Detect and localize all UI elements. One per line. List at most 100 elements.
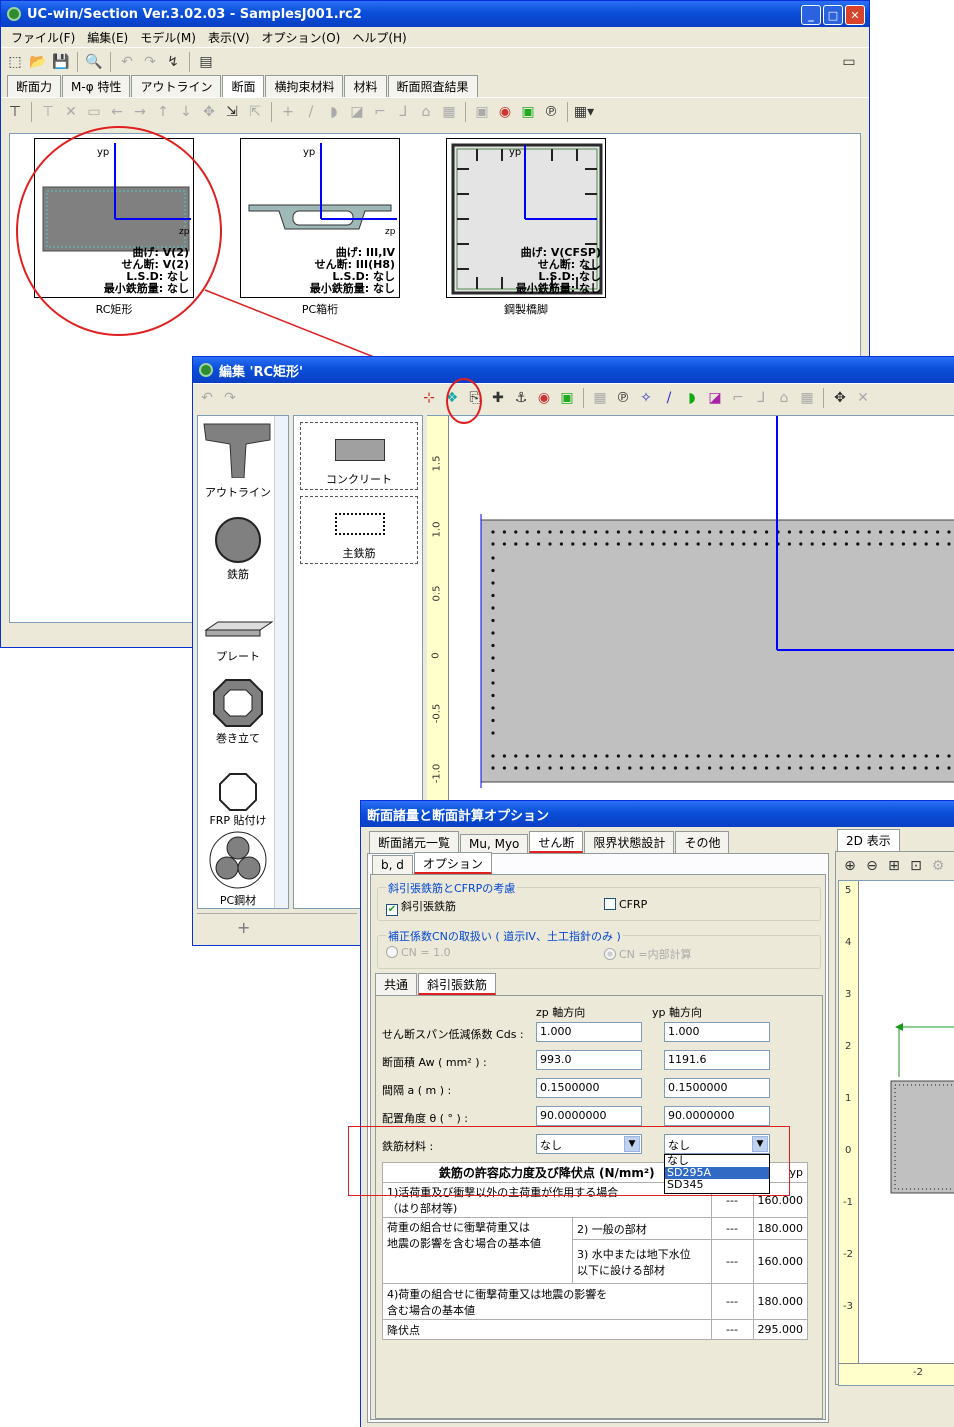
redo-icon[interactable]: ↷ [140,52,160,72]
grid-icon[interactable]: ▦ [439,102,459,122]
layers-icon[interactable]: ▣ [472,102,492,122]
menu-file[interactable]: ファイル(F) [5,29,81,46]
minimize-button[interactable]: _ [801,5,821,25]
tab-lateral-material[interactable]: 横拘束材料 [265,75,344,97]
palette-rebar[interactable]: 鉄筋 [198,566,278,582]
plus-icon[interactable]: + [278,102,298,122]
radio-cn1[interactable]: CN = 1.0 [386,946,451,959]
arch-icon[interactable]: ⌂ [774,388,794,408]
palette-outline[interactable]: アウトライン [198,484,278,500]
tab-limit-state[interactable]: 限界状態設計 [584,831,675,853]
calc-icon[interactable]: ↯ [163,52,183,72]
plate-icon[interactable] [200,616,276,640]
fill-icon[interactable]: ◪ [347,102,367,122]
arrow-up-icon[interactable]: ↑ [153,102,173,122]
hook-icon[interactable]: ᒧ [751,388,771,408]
tab-section-force[interactable]: 断面力 [7,75,62,97]
new-icon[interactable]: ⬚ [5,52,25,72]
theta-yp-input[interactable]: 90.0000000 [664,1106,770,1126]
aw-zp-input[interactable]: 993.0 [536,1050,642,1070]
centroid-icon[interactable]: ⚓ [511,388,531,408]
half-icon[interactable]: ◗ [682,388,702,408]
print-preview-icon[interactable]: 🔍 [84,52,104,72]
half-icon[interactable]: ◗ [324,102,344,122]
chk-rebar[interactable]: ✔ 斜引張鉄筋 [386,898,456,916]
save-icon[interactable]: 💾 [51,52,71,72]
material-icon[interactable]: ▣ [518,102,538,122]
tab-option[interactable]: オプション [413,852,492,874]
tab-outline[interactable]: アウトライン [131,75,222,97]
move-icon[interactable]: ✥ [199,102,219,122]
menu-view[interactable]: 表示(V) [202,29,256,46]
zoom-in-icon[interactable]: ⊕ [840,856,860,876]
chk-cfrp[interactable]: CFRP [604,898,647,911]
undo-icon[interactable]: ↶ [197,388,217,408]
cds-yp-input[interactable]: 1.000 [664,1022,770,1042]
fill-icon[interactable]: ◪ [705,388,725,408]
tab-m-phi[interactable]: M-φ 特性 [62,75,131,97]
view-canvas[interactable]: 5 4 3 2 1 0 -1 -2 -3 -2 [838,880,954,1386]
redo-icon[interactable]: ↷ [220,388,240,408]
arrow-down-icon[interactable]: ↓ [176,102,196,122]
rect-icon[interactable]: ▭ [84,102,104,122]
aw-yp-input[interactable]: 1191.6 [664,1050,770,1070]
tab-common[interactable]: 共通 [375,973,418,995]
move-icon[interactable]: ✥ [830,388,850,408]
tab-section-summary[interactable]: 断面諸元一覧 [369,831,460,853]
frame-icon[interactable]: ⊡ [906,856,926,876]
window-restore-icon[interactable]: ▭ [839,52,859,72]
material-icon[interactable]: ▣ [557,388,577,408]
properties-icon[interactable]: ℗ [541,102,561,122]
table-icon[interactable]: ▦ [797,388,817,408]
outline-shape-icon[interactable] [200,418,276,478]
part-concrete[interactable]: コンクリート [300,422,418,490]
tab-shear[interactable]: せん断 [529,831,584,853]
delete-icon[interactable]: ✕ [61,102,81,122]
hook-icon[interactable]: ᒧ [393,102,413,122]
color-icon[interactable]: ◉ [534,388,554,408]
properties-icon[interactable]: ℗ [613,388,633,408]
open-folder-icon[interactable]: 📂 [28,52,48,72]
tab-check-result[interactable]: 断面照査結果 [387,75,478,97]
tab-material[interactable]: 材料 [344,75,387,97]
cds-zp-input[interactable]: 1.000 [536,1022,642,1042]
palette-frp[interactable]: FRP 貼付け [198,812,278,828]
tab-other[interactable]: その他 [675,831,730,853]
rebar-circle-icon[interactable] [200,516,276,564]
corner-icon[interactable]: ⌐ [370,102,390,122]
report-icon[interactable]: ▤ [196,52,216,72]
menu-edit[interactable]: 編集(E) [81,29,134,46]
import-icon[interactable]: ⇲ [222,102,242,122]
export-icon[interactable]: ⇱ [245,102,265,122]
color-icon[interactable]: ◉ [495,102,515,122]
jacket-octagon-icon[interactable] [200,678,276,728]
tab-bd[interactable]: b, d [372,855,413,874]
tab-mu-myo[interactable]: Mu, Myo [460,834,529,853]
theta-zp-input[interactable]: 90.0000000 [536,1106,642,1126]
palette-pc-tendon[interactable]: PC鋼材 [198,892,278,908]
maximize-button[interactable]: □ [823,5,843,25]
a-yp-input[interactable]: 0.1500000 [664,1078,770,1098]
menu-model[interactable]: モデル(M) [134,29,202,46]
tab-2d-view[interactable]: 2D 表示 [837,829,900,851]
grid-icon[interactable]: ▦ [590,388,610,408]
part-main-rebar[interactable]: 主鉄筋 [300,496,418,564]
pc-tendon-icon[interactable] [200,830,276,890]
section-thumb-steel[interactable]: yp 曲げ: V(CFSP) せん断: なし L.S.D: なし 最小鉄筋量: なし [446,138,606,298]
slash-icon[interactable]: / [659,388,679,408]
frp-octagon-icon[interactable] [200,772,276,812]
palette-jacket[interactable]: 巻き立て [198,730,278,746]
arch-icon[interactable]: ⌂ [416,102,436,122]
section-icon[interactable]: ⊤ [5,102,25,122]
slash-icon[interactable]: / [301,102,321,122]
select-icon[interactable]: ⊹ [419,388,439,408]
add-icon[interactable]: + [237,918,250,937]
delete-icon[interactable]: ✕ [853,388,873,408]
table-menu-icon[interactable]: ▦▾ [574,102,594,122]
arrow-right-icon[interactable]: → [130,102,150,122]
fit-icon[interactable]: ⊞ [884,856,904,876]
tab-diagonal-rebar[interactable]: 斜引張鉄筋 [418,973,497,995]
add-point-icon[interactable]: ✚ [488,388,508,408]
copy-section-icon[interactable]: ⊤ [38,102,58,122]
vertex-icon[interactable]: ✧ [636,388,656,408]
